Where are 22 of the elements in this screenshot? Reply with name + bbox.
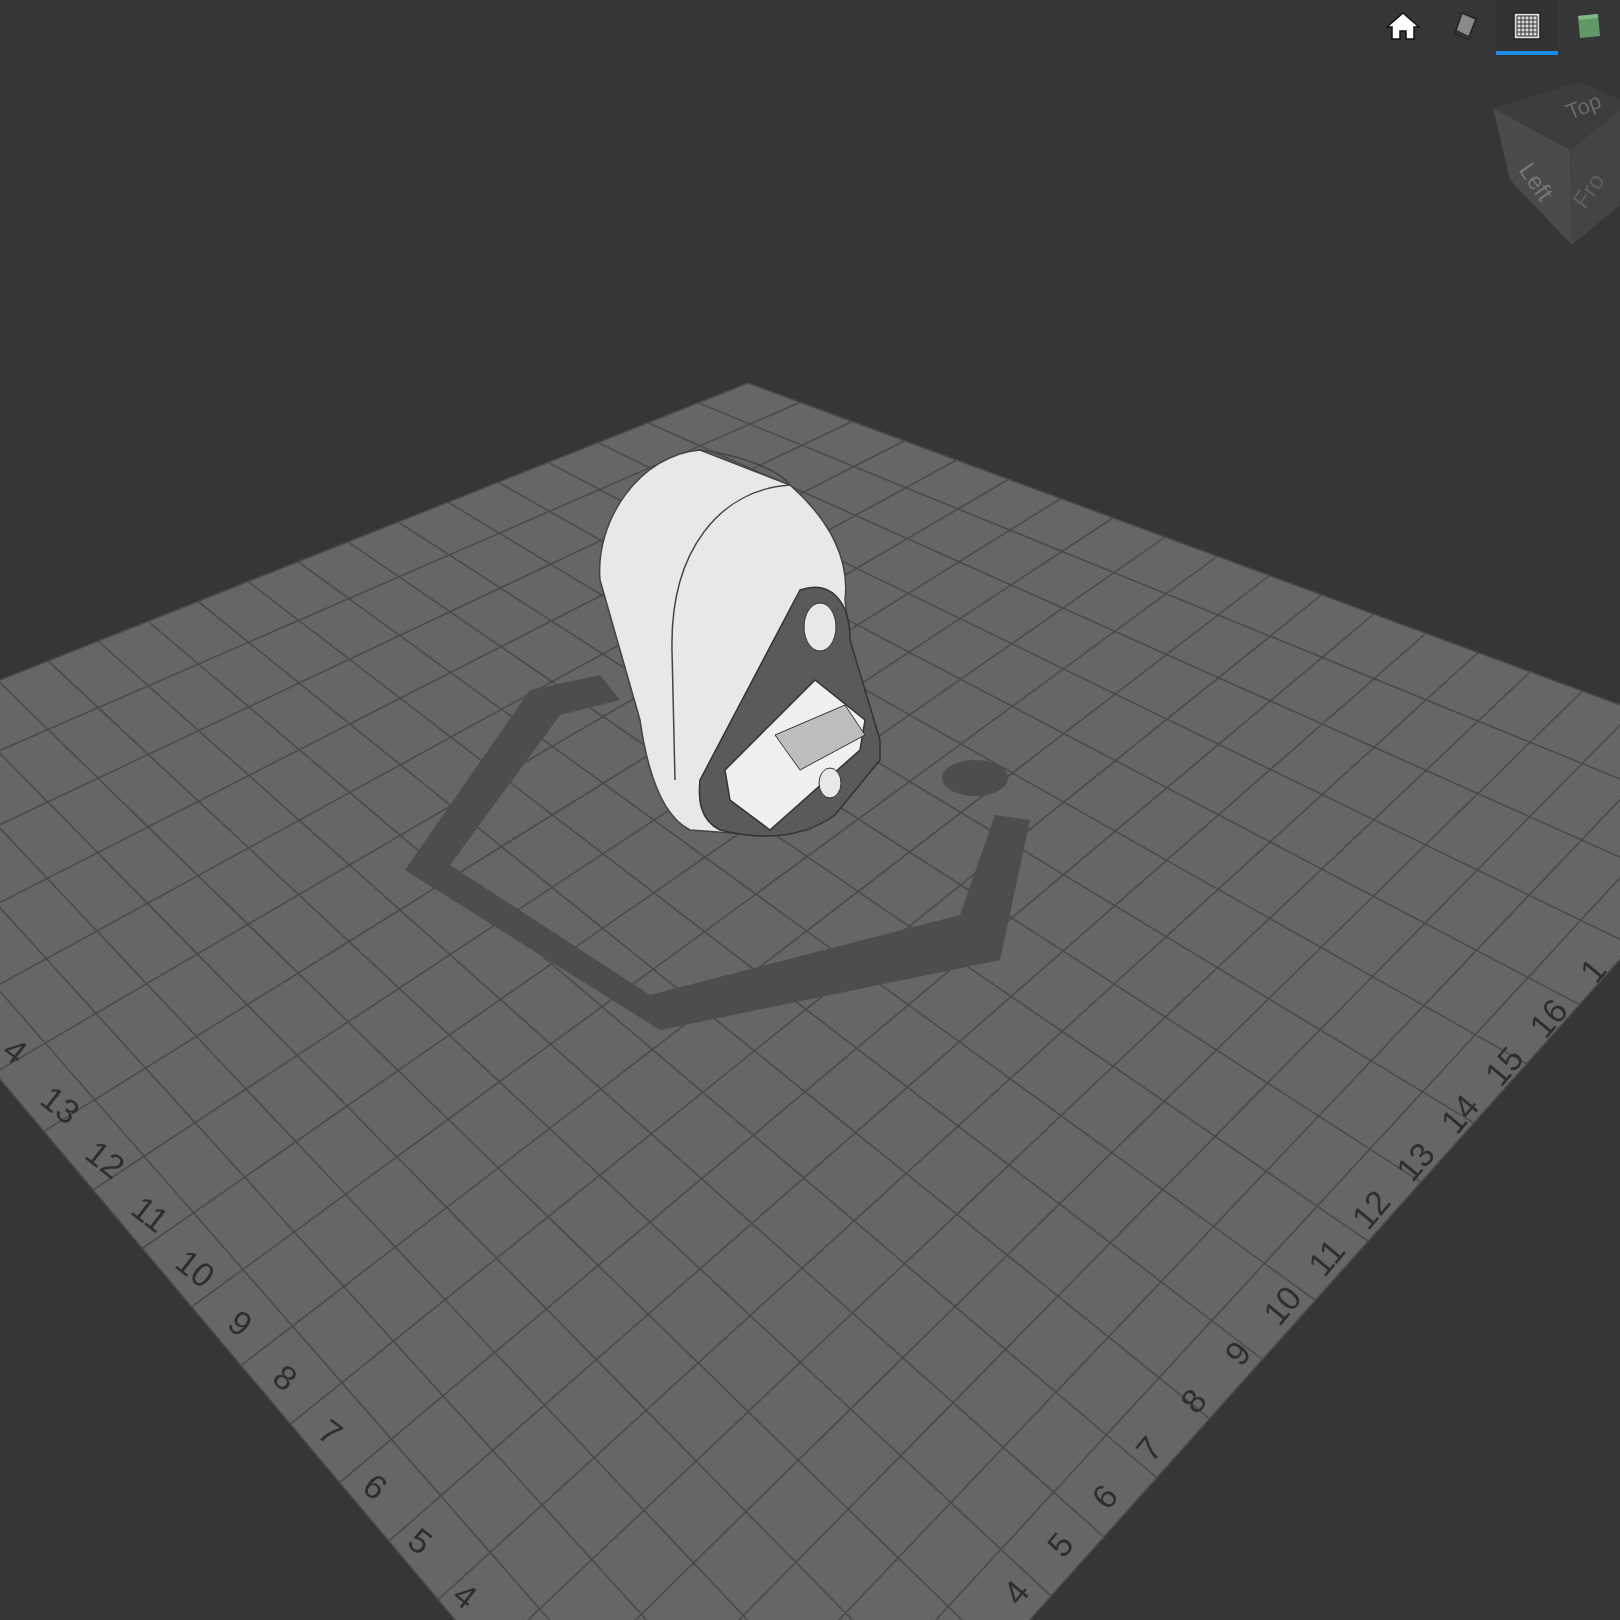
axis-label: 4 xyxy=(995,1572,1037,1612)
axis-label: 8 xyxy=(266,1356,305,1399)
axis-label: 5 xyxy=(1039,1525,1081,1564)
axis-label: 4 xyxy=(446,1574,485,1617)
axis-label: 9 xyxy=(221,1302,260,1344)
axis-label: 8 xyxy=(1172,1381,1214,1421)
axis-label: 7 xyxy=(311,1411,350,1453)
home-icon xyxy=(1386,10,1420,41)
axis-label: 1 xyxy=(1572,950,1614,990)
axis-label: 11 xyxy=(124,1188,176,1240)
cube-icon xyxy=(1576,11,1602,40)
axis-label: 6 xyxy=(1083,1477,1126,1517)
axis-label: 9 xyxy=(1217,1333,1259,1373)
axis-label: 7 xyxy=(1128,1429,1170,1469)
solid-block-icon xyxy=(1452,10,1478,41)
axis-label: 10 xyxy=(168,1241,222,1296)
axis-label: 4 xyxy=(0,1029,35,1072)
grid-icon xyxy=(1513,11,1541,40)
axis-label: 6 xyxy=(356,1465,395,1508)
axis-label: 12 xyxy=(78,1132,132,1187)
axis-label: 5 xyxy=(401,1520,440,1562)
axis-label: 13 xyxy=(33,1078,87,1132)
